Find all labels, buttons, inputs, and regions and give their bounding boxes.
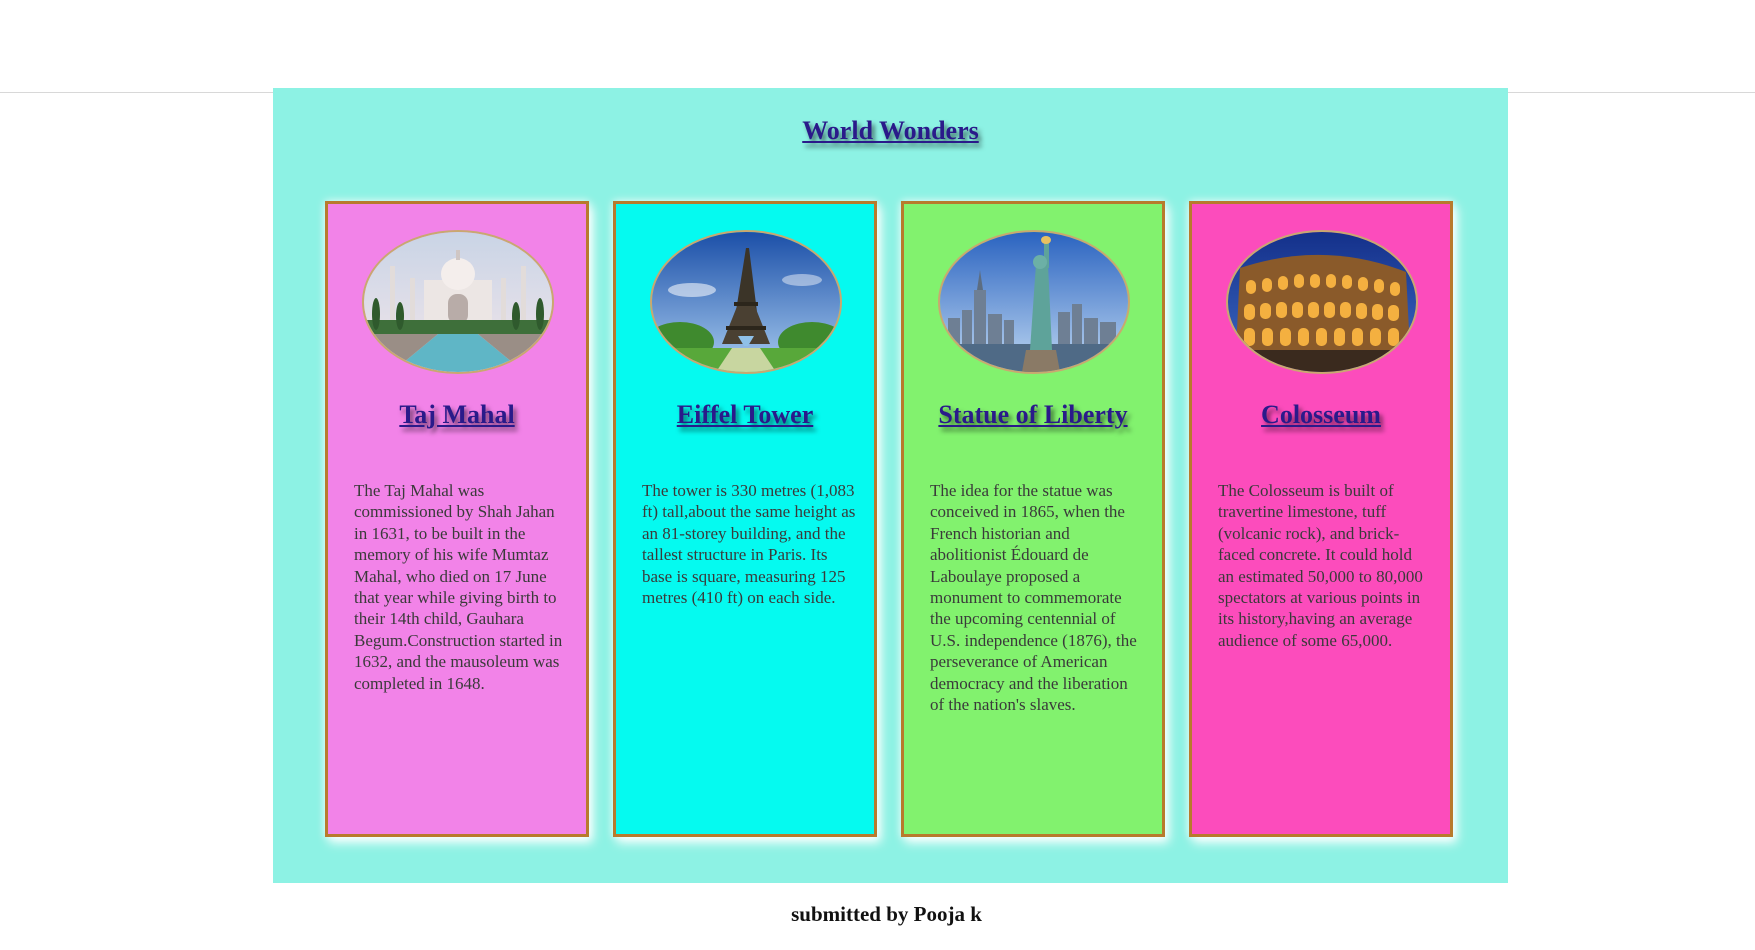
card-colosseum: Colosseum The Colosseum is built of trav… <box>1189 201 1453 837</box>
card-description-statue-of-liberty: The idea for the statue was conceived in… <box>930 481 1137 715</box>
card-description-eiffel-tower: The tower is 330 metres (1,083 ft) tall,… <box>642 481 856 608</box>
card-taj-mahal: Taj Mahal The Taj Mahal was commissioned… <box>325 201 589 837</box>
eiffel-tower-photo <box>650 230 842 374</box>
eiffel-tower-link[interactable]: Eiffel Tower <box>677 400 814 429</box>
card-title-colosseum: Colosseum <box>1192 400 1450 430</box>
card-description-colosseum: The Colosseum is built of travertine lim… <box>1218 481 1423 650</box>
taj-mahal-link[interactable]: Taj Mahal <box>399 400 514 429</box>
card-title-statue-of-liberty: Statue of Liberty <box>904 400 1162 430</box>
card-title-taj-mahal: Taj Mahal <box>328 400 586 430</box>
wonders-panel: World Wonders Taj Mahal The Taj Mahal wa… <box>273 88 1508 883</box>
card-title-eiffel-tower: Eiffel Tower <box>616 400 874 430</box>
statue-of-liberty-photo <box>938 230 1130 374</box>
card-description-taj-mahal: The Taj Mahal was commissioned by Shah J… <box>354 481 563 693</box>
card-eiffel-tower: Eiffel Tower The tower is 330 metres (1,… <box>613 201 877 837</box>
colosseum-link[interactable]: Colosseum <box>1261 400 1381 429</box>
colosseum-photo <box>1226 230 1418 374</box>
taj-mahal-photo <box>362 230 554 374</box>
page-title-link[interactable]: World Wonders <box>802 116 979 145</box>
statue-of-liberty-link[interactable]: Statue of Liberty <box>938 400 1127 429</box>
footer-credit: submitted by Pooja k <box>791 902 982 926</box>
page-title: World Wonders <box>273 116 1508 146</box>
card-statue-of-liberty: Statue of Liberty The idea for the statu… <box>901 201 1165 837</box>
